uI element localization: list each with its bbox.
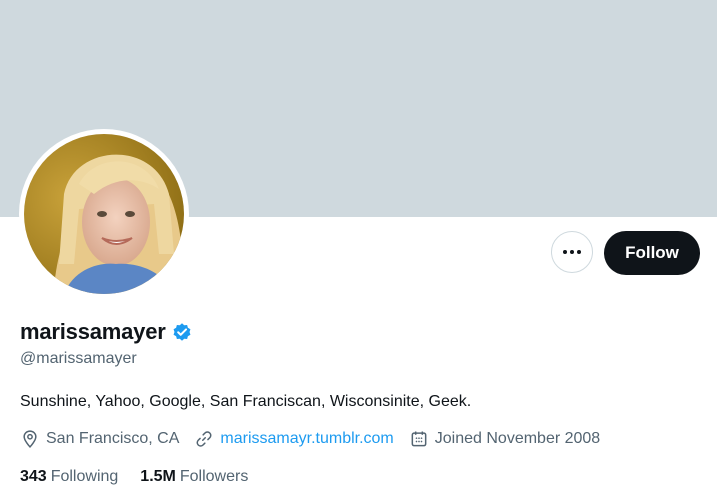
location-pin-icon (23, 430, 37, 449)
profile-meta: San Francisco, CA marissamayr.tumblr.com… (20, 429, 615, 449)
location-text: San Francisco, CA (46, 430, 180, 447)
avatar-photo (24, 134, 184, 294)
following-link[interactable]: 343 Following (20, 468, 118, 486)
joined-text: Joined November 2008 (434, 430, 601, 447)
following-count: 343 (20, 468, 47, 485)
display-name: marissamayer (20, 319, 166, 344)
location-item: San Francisco, CA (20, 429, 179, 449)
verified-badge-icon[interactable] (171, 321, 193, 343)
following-label: Following (50, 468, 119, 485)
profile-handle: @marissamayer (20, 350, 137, 367)
followers-link[interactable]: 1.5M Followers (140, 468, 248, 486)
website-link[interactable]: marissamayr.tumblr.com (220, 430, 393, 448)
calendar-icon (411, 431, 427, 447)
ellipsis-icon (563, 250, 581, 254)
profile-stats: 343 Following 1.5M Followers (20, 468, 270, 486)
link-icon (196, 431, 212, 447)
more-options-button[interactable] (551, 231, 593, 273)
joined-item: Joined November 2008 (409, 429, 600, 449)
profile-bio: Sunshine, Yahoo, Google, San Franciscan,… (20, 393, 472, 410)
website-item[interactable]: marissamayr.tumblr.com (194, 429, 394, 449)
followers-label: Followers (179, 468, 249, 485)
profile-name-row: marissamayer (20, 319, 193, 345)
profile-avatar[interactable] (19, 129, 189, 299)
follow-button[interactable]: Follow (604, 231, 700, 275)
followers-count: 1.5M (140, 468, 176, 485)
